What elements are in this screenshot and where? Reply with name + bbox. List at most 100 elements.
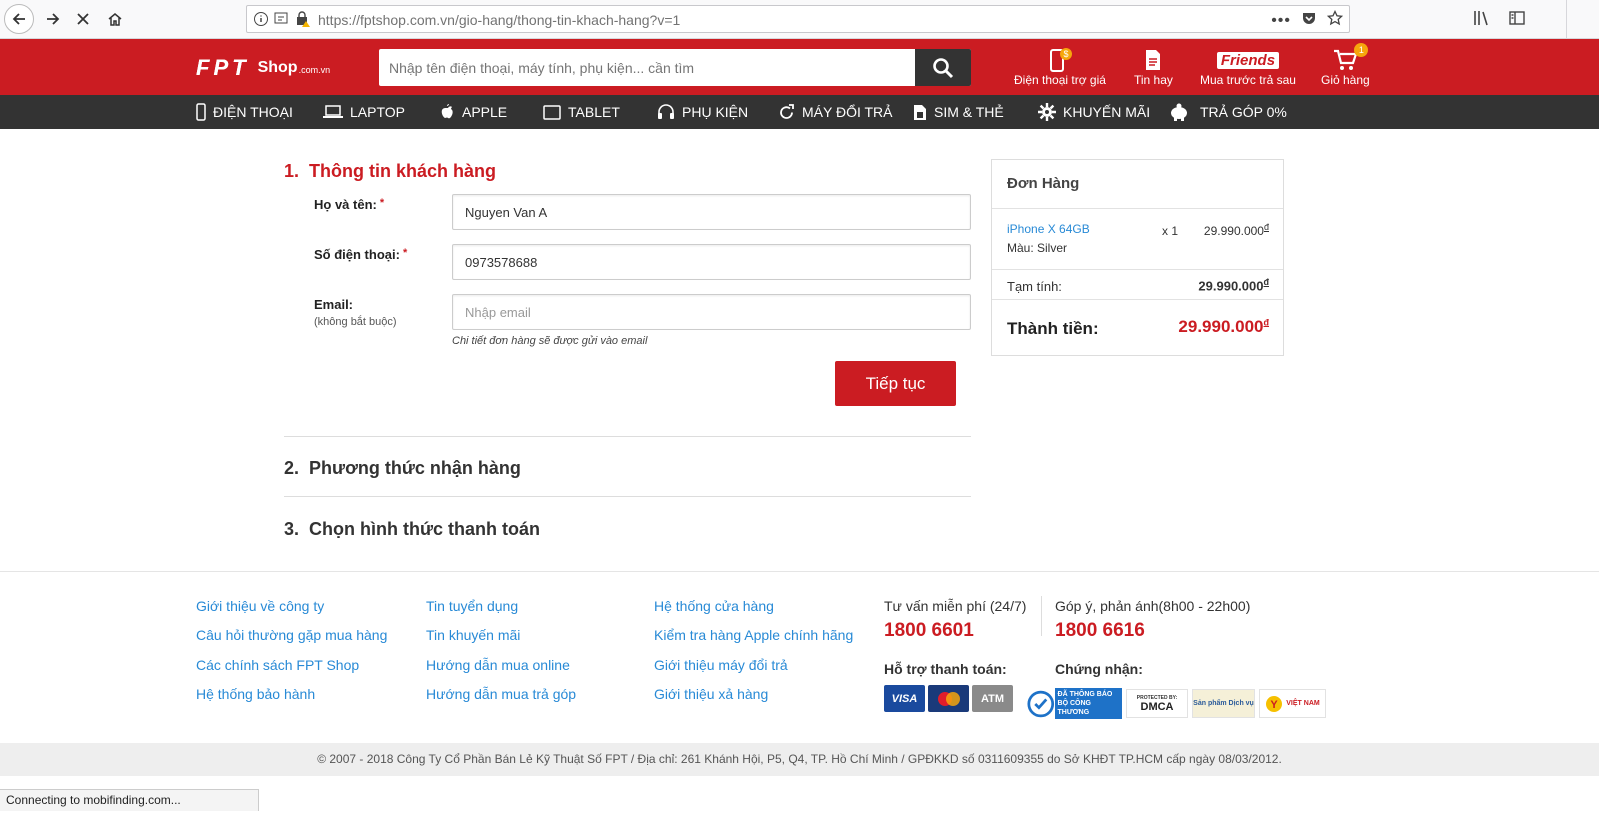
required-mark: *	[402, 247, 408, 259]
info-icon[interactable]	[253, 10, 269, 33]
copyright: © 2007 - 2018 Công Ty Cổ Phần Bán Lẻ Kỹ …	[0, 743, 1599, 776]
footer-link[interactable]: Giới thiệu máy đổi trả	[654, 657, 788, 673]
phone-label-text: Số điện thoại:	[314, 247, 400, 262]
more-icon[interactable]: •••	[1271, 12, 1291, 30]
footer-link[interactable]: Hệ thống cửa hàng	[654, 598, 774, 614]
address-bar[interactable]: https://fptshop.com.vn/gio-hang/thong-ti…	[246, 5, 1350, 33]
menu-item-laptop[interactable]: LAPTOP	[323, 95, 405, 129]
search-box	[379, 49, 971, 86]
trusted-vietnam-badge[interactable]: Y VIỆT NAM	[1259, 689, 1326, 718]
price-value: 29.990.000	[1178, 317, 1264, 336]
atm-icon: ATM	[972, 685, 1013, 712]
bct-certified-badge[interactable]: ĐÃ THÔNG BÁO BỘ CÔNG THƯƠNG	[1027, 688, 1122, 719]
menu-item-promotions[interactable]: KHUYẾN MÃI	[1038, 95, 1150, 129]
certification-label: Chứng nhận:	[1055, 661, 1143, 677]
menu-item-label: LAPTOP	[350, 104, 405, 120]
step-title: Phương thức nhận hàng	[309, 458, 521, 478]
svg-text:$: $	[1063, 49, 1068, 59]
gear-icon	[1038, 103, 1056, 121]
sidebar-icon[interactable]	[1508, 9, 1526, 32]
continue-button[interactable]: Tiếp tục	[835, 361, 956, 406]
menu-item-accessories[interactable]: PHỤ KIỆN	[657, 95, 748, 129]
footer-link[interactable]: Tin tuyển dụng	[426, 598, 518, 614]
url-text: https://fptshop.com.vn/gio-hang/thong-ti…	[318, 12, 681, 28]
total-value: 29.990.000đ	[1178, 317, 1269, 337]
footer-link[interactable]: Các chính sách FPT Shop	[196, 657, 359, 673]
step-payment-method-title[interactable]: 3. Chọn hình thức thanh toán	[284, 519, 540, 540]
home-icon[interactable]	[100, 4, 130, 34]
step-delivery-method-title[interactable]: 2. Phương thức nhận hàng	[284, 458, 521, 479]
order-title: Đơn Hàng	[1007, 175, 1080, 192]
footer-vertical-divider	[1041, 596, 1042, 636]
cart-count-badge: 1	[1354, 43, 1369, 57]
friends-logo-icon: Friends	[1216, 51, 1280, 69]
subtotal-label: Tạm tính:	[1007, 279, 1062, 294]
footer-link[interactable]: Tin khuyến mãi	[426, 627, 520, 643]
lock-warning-icon[interactable]	[295, 10, 311, 33]
permissions-icon[interactable]	[273, 10, 291, 33]
footer-link[interactable]: Câu hỏi thường gặp mua hàng	[196, 627, 387, 643]
trusted-badge-text: VIỆT NAM	[1286, 700, 1320, 707]
dmca-badge[interactable]: PROTECTED BY: DMCA	[1126, 689, 1188, 718]
header-link-subsidized-phones[interactable]: $ Điện thoại trợ giá	[1014, 47, 1106, 87]
payment-label: Hỗ trợ thanh toán:	[884, 661, 1007, 677]
menu-item-apple[interactable]: APPLE	[441, 95, 507, 129]
name-input[interactable]	[452, 194, 971, 230]
email-hint: Chi tiết đơn hàng sẽ được gửi vào email	[452, 335, 648, 347]
consult-phone[interactable]: 1800 6601	[884, 620, 974, 642]
header-link-buy-now-pay-later[interactable]: Friends Mua trước trả sau	[1200, 47, 1296, 87]
logo-domain: .com.vn	[298, 65, 331, 75]
piggy-bank-icon	[1168, 103, 1190, 121]
pocket-icon[interactable]	[1301, 10, 1317, 31]
menu-item-installment[interactable]: TRẢ GÓP 0%	[1168, 95, 1287, 129]
step-customer-info-title: 1. Thông tin khách hàng	[284, 161, 496, 182]
footer-link[interactable]: Hệ thống bảo hành	[196, 686, 315, 702]
footer-link[interactable]: Giới thiệu về công ty	[196, 598, 324, 614]
search-input[interactable]	[379, 49, 914, 86]
header-link-news[interactable]: Tin hay	[1134, 47, 1173, 87]
feedback-phone[interactable]: 1800 6616	[1055, 620, 1145, 642]
feedback-label: Góp ý, phản ánh(8h00 - 22h00)	[1055, 598, 1251, 614]
back-icon[interactable]	[4, 4, 34, 34]
footer-link[interactable]: Hướng dẫn mua trả góp	[426, 686, 576, 702]
menu-item-phones[interactable]: ĐIỆN THOẠI	[196, 95, 293, 129]
stop-icon[interactable]	[68, 4, 98, 34]
footer-link[interactable]: Giới thiệu xả hàng	[654, 686, 768, 702]
document-icon	[1146, 50, 1161, 70]
email-optional-note: (không bắt buộc)	[314, 316, 397, 328]
footer-link[interactable]: Kiểm tra hàng Apple chính hãng	[654, 627, 853, 643]
email-input[interactable]	[452, 294, 971, 330]
quality-service-badge[interactable]: Sản phẩm Dịch vụ	[1192, 689, 1255, 718]
order-item-color: Màu: Silver	[1007, 241, 1068, 255]
divider	[992, 269, 1283, 270]
name-label-text: Họ và tên:	[314, 197, 377, 212]
phone-dollar-icon: $	[1049, 48, 1072, 72]
header-link-cart[interactable]: 1 Giỏ hàng	[1321, 43, 1370, 87]
price-value: 29.990.000	[1203, 224, 1264, 238]
mobile-icon	[196, 103, 206, 121]
step-number: 1.	[284, 161, 300, 181]
bct-badge-text: ĐÃ THÔNG BÁO	[1057, 691, 1113, 698]
footer-link[interactable]: Hướng dẫn mua online	[426, 657, 570, 673]
fpt-shop-logo[interactable]: FPT Shop .com.vn	[196, 53, 330, 83]
logo-letters: FPT	[196, 55, 250, 80]
order-item-price: 29.990.000đ	[1204, 222, 1269, 238]
order-summary: Đơn Hàng iPhone X 64GB Màu: Silver x 1 2…	[991, 159, 1284, 356]
library-icon[interactable]	[1472, 9, 1490, 32]
menu-item-tablet[interactable]: TABLET	[543, 95, 620, 129]
quality-badge-text: Sản phẩm Dịch vụ	[1193, 700, 1254, 707]
menu-item-exchange[interactable]: MÁY ĐỔI TRẢ	[778, 95, 893, 129]
divider	[992, 208, 1283, 209]
mastercard-icon	[928, 685, 969, 712]
email-label-text: Email:	[314, 297, 354, 312]
menu-item-label: MÁY ĐỔI TRẢ	[802, 104, 893, 120]
step-number: 2.	[284, 458, 300, 478]
phone-input[interactable]	[452, 244, 971, 280]
subtotal-value: 29.990.000đ	[1198, 277, 1269, 293]
bookmark-star-icon[interactable]	[1326, 9, 1344, 31]
menu-item-label: TABLET	[568, 104, 620, 120]
menu-item-sim[interactable]: SIM & THẺ	[913, 95, 1004, 129]
order-item-name[interactable]: iPhone X 64GB	[1007, 222, 1090, 236]
search-button[interactable]	[915, 49, 971, 86]
forward-icon[interactable]	[38, 4, 68, 34]
